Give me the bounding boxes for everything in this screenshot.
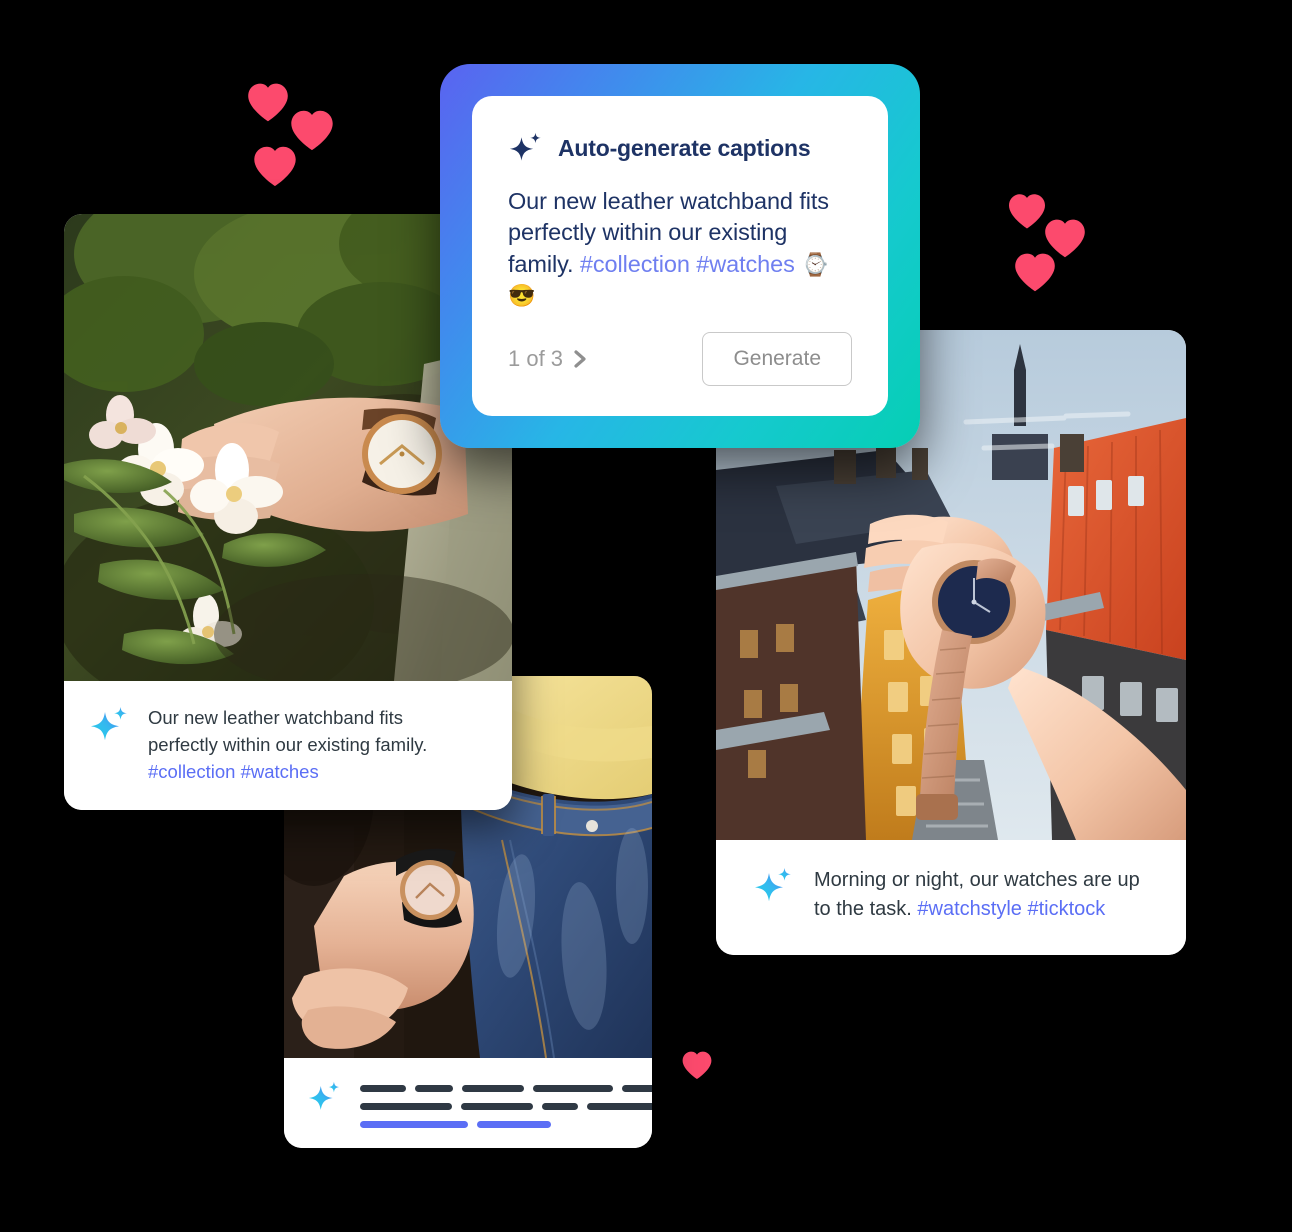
modal-hashtag-1[interactable]: #collection bbox=[580, 251, 690, 277]
placeholder-line bbox=[360, 1121, 652, 1128]
heart-icon bbox=[1013, 250, 1057, 294]
placeholder-segment bbox=[360, 1085, 406, 1092]
caption-text-flowers: Our new leather watchband fits perfectly… bbox=[148, 705, 460, 785]
placeholder-segment bbox=[415, 1085, 453, 1092]
auto-generate-captions-modal[interactable]: Auto-generate captions Our new leather w… bbox=[440, 64, 920, 448]
hashtag-1[interactable]: #collection bbox=[148, 761, 235, 782]
modal-hashtag-2[interactable]: #watches bbox=[696, 251, 795, 277]
placeholder-segment bbox=[477, 1121, 551, 1128]
placeholder-segment bbox=[360, 1103, 452, 1110]
pager-label: 1 of 3 bbox=[508, 346, 564, 371]
hashtag-1[interactable]: #watchstyle bbox=[917, 898, 1022, 920]
modal-footer: 1 of 3 Generate bbox=[508, 332, 852, 386]
placeholder-segment bbox=[542, 1103, 578, 1110]
caption-placeholder-lines bbox=[360, 1085, 652, 1128]
placeholder-segment bbox=[462, 1085, 524, 1092]
heart-icon bbox=[246, 80, 290, 124]
modal-inner-panel: Auto-generate captions Our new leather w… bbox=[472, 96, 888, 416]
caption-denim-placeholder bbox=[284, 1058, 652, 1148]
placeholder-segment bbox=[533, 1085, 613, 1092]
hashtag-2[interactable]: #watches bbox=[241, 761, 319, 782]
heart-icon bbox=[681, 1049, 713, 1081]
modal-caption-text: Our new leather watchband fits perfectly… bbox=[508, 186, 852, 311]
sparkle-icon bbox=[755, 868, 791, 902]
caption-body: Our new leather watchband fits perfectly… bbox=[148, 707, 428, 755]
caption-rooftops: Morning or night, our watches are up to … bbox=[716, 840, 1186, 955]
placeholder-line bbox=[360, 1085, 652, 1092]
heart-icon bbox=[252, 143, 298, 189]
caption-text-rooftops: Morning or night, our watches are up to … bbox=[814, 866, 1154, 924]
heart-icon bbox=[1007, 191, 1047, 231]
modal-header: Auto-generate captions bbox=[508, 130, 852, 166]
placeholder-segment bbox=[461, 1103, 533, 1110]
sparkle-icon bbox=[509, 132, 541, 161]
chevron-right-icon[interactable] bbox=[573, 350, 587, 368]
modal-title: Auto-generate captions bbox=[558, 134, 811, 161]
sparkle-icon bbox=[308, 1081, 340, 1110]
placeholder-segment bbox=[587, 1103, 652, 1110]
caption-flowers: Our new leather watchband fits perfectly… bbox=[64, 681, 512, 810]
sparkle-icon bbox=[91, 707, 127, 741]
composition-stage: Our new leather watchband fits perfectly… bbox=[0, 0, 1292, 1232]
pager-control[interactable]: 1 of 3 bbox=[508, 346, 587, 372]
generate-button[interactable]: Generate bbox=[702, 332, 852, 386]
hashtag-2[interactable]: #ticktock bbox=[1027, 898, 1105, 920]
placeholder-segment bbox=[622, 1085, 652, 1092]
placeholder-segment bbox=[360, 1121, 468, 1128]
placeholder-line bbox=[360, 1103, 652, 1110]
